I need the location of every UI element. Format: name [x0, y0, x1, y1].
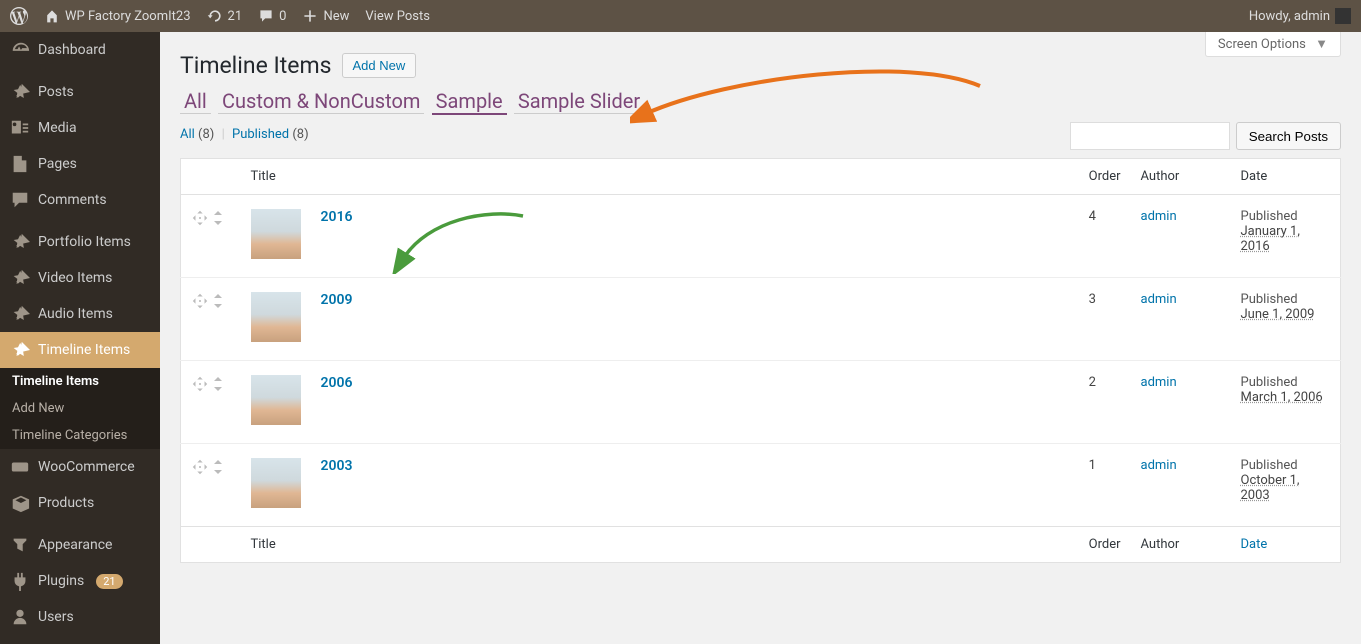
thumbnail[interactable]: [251, 292, 301, 342]
foot-title[interactable]: Title: [241, 527, 1079, 563]
table-row: 2009 3 admin PublishedJune 1, 2009: [181, 278, 1341, 361]
status-all-count: (8): [198, 127, 214, 142]
table-row: 2016 4 admin PublishedJanuary 1, 2016: [181, 195, 1341, 278]
col-handle: [181, 159, 241, 195]
foot-author: Author: [1131, 527, 1231, 563]
row-author[interactable]: admin: [1141, 292, 1177, 307]
table-row: 2003 1 admin PublishedOctober 1, 2003: [181, 444, 1341, 527]
row-author[interactable]: admin: [1141, 375, 1177, 390]
howdy-text: Howdy, admin: [1249, 9, 1330, 24]
howdy-user[interactable]: Howdy, admin: [1249, 8, 1351, 24]
row-date: October 1, 2003: [1241, 473, 1331, 503]
sort-arrows-icon[interactable]: [212, 209, 224, 231]
status-all[interactable]: All: [180, 127, 195, 142]
tab-custom-noncustom[interactable]: Custom & NonCustom: [218, 89, 424, 114]
row-order: 3: [1079, 278, 1131, 361]
row-status: Published: [1241, 458, 1331, 473]
menu-dashboard[interactable]: Dashboard: [0, 32, 160, 68]
add-new-button[interactable]: Add New: [342, 53, 417, 78]
drag-handle-icon[interactable]: [191, 458, 209, 480]
col-title[interactable]: Title: [241, 159, 1079, 195]
screen-options-toggle[interactable]: Screen Options ▼: [1205, 32, 1341, 57]
filter-tabs: All Custom & NonCustom Sample Sample Sli…: [180, 89, 1341, 113]
sort-arrows-icon[interactable]: [212, 458, 224, 480]
menu-posts[interactable]: Posts: [0, 74, 160, 110]
foot-date[interactable]: Date: [1241, 537, 1268, 552]
updates-count: 21: [228, 9, 243, 24]
row-title[interactable]: 2016: [321, 209, 353, 225]
row-date: June 1, 2009: [1241, 307, 1331, 322]
row-status: Published: [1241, 209, 1331, 224]
drag-handle-icon[interactable]: [191, 209, 209, 231]
row-title[interactable]: 2006: [321, 375, 353, 391]
menu-products[interactable]: Products: [0, 485, 160, 521]
drag-handle-icon[interactable]: [191, 292, 209, 314]
row-status: Published: [1241, 375, 1331, 390]
tab-sample[interactable]: Sample: [432, 89, 507, 115]
comments-link[interactable]: 0: [258, 8, 286, 24]
menu-woocommerce[interactable]: WooCommerce: [0, 449, 160, 485]
search-input[interactable]: [1070, 122, 1230, 150]
view-posts[interactable]: View Posts: [365, 9, 430, 24]
menu-appearance[interactable]: Appearance: [0, 527, 160, 563]
sort-arrows-icon[interactable]: [212, 375, 224, 397]
row-author[interactable]: admin: [1141, 209, 1177, 224]
avatar: [1335, 8, 1351, 24]
row-order: 2: [1079, 361, 1131, 444]
row-order: 4: [1079, 195, 1131, 278]
tab-all[interactable]: All: [180, 89, 211, 114]
menu-pages[interactable]: Pages: [0, 146, 160, 182]
foot-order: Order: [1079, 527, 1131, 563]
new-content[interactable]: New: [302, 8, 349, 24]
status-published-count: (8): [292, 127, 308, 142]
site-home[interactable]: WP Factory ZoomIt23: [44, 8, 191, 24]
table-row: 2006 2 admin PublishedMarch 1, 2006: [181, 361, 1341, 444]
drag-handle-icon[interactable]: [191, 375, 209, 397]
screen-options-label: Screen Options: [1218, 37, 1306, 52]
menu-portfolio-items[interactable]: Portfolio Items: [0, 224, 160, 260]
submenu-add-new[interactable]: Add New: [0, 395, 160, 422]
row-title[interactable]: 2003: [321, 458, 353, 474]
thumbnail[interactable]: [251, 458, 301, 508]
menu-plugins[interactable]: Plugins21: [0, 563, 160, 599]
comments-count: 0: [279, 9, 286, 24]
chevron-down-icon: ▼: [1315, 37, 1328, 52]
row-order: 1: [1079, 444, 1131, 527]
admin-menu: Dashboard PostsMediaPagesComments Portfoli…: [0, 32, 160, 644]
col-date[interactable]: Date: [1231, 159, 1341, 195]
updates-link[interactable]: 21: [207, 8, 243, 24]
main-content: Screen Options ▼ Timeline Items Add New …: [160, 32, 1361, 644]
menu-comments[interactable]: Comments: [0, 182, 160, 218]
thumbnail[interactable]: [251, 209, 301, 259]
menu-video-items[interactable]: Video Items: [0, 260, 160, 296]
col-order: Order: [1079, 159, 1131, 195]
status-published[interactable]: Published: [232, 127, 289, 142]
row-title[interactable]: 2009: [321, 292, 353, 308]
menu-media[interactable]: Media: [0, 110, 160, 146]
row-status: Published: [1241, 292, 1331, 307]
new-label: New: [323, 9, 349, 24]
submenu-timeline-categories[interactable]: Timeline Categories: [0, 422, 160, 449]
search-button[interactable]: Search Posts: [1236, 122, 1341, 150]
site-name: WP Factory ZoomIt23: [65, 9, 191, 24]
menu-timeline-items[interactable]: Timeline Items: [0, 332, 160, 368]
row-date: January 1, 2016: [1241, 224, 1331, 254]
col-author: Author: [1131, 159, 1231, 195]
sort-arrows-icon[interactable]: [212, 292, 224, 314]
tab-sample-slider[interactable]: Sample Slider: [514, 89, 644, 114]
row-date: March 1, 2006: [1241, 390, 1331, 405]
submenu-timeline-items[interactable]: Timeline Items: [0, 368, 160, 395]
menu-users[interactable]: Users: [0, 599, 160, 635]
posts-table: Title Order Author Date 2016 4 admin Publis…: [180, 158, 1341, 563]
page-title: Timeline Items: [180, 52, 332, 79]
menu-audio-items[interactable]: Audio Items: [0, 296, 160, 332]
row-author[interactable]: admin: [1141, 458, 1177, 473]
thumbnail[interactable]: [251, 375, 301, 425]
admin-bar: WP Factory ZoomIt23 21 0 New View Posts …: [0, 0, 1361, 32]
wp-logo[interactable]: [10, 7, 28, 25]
